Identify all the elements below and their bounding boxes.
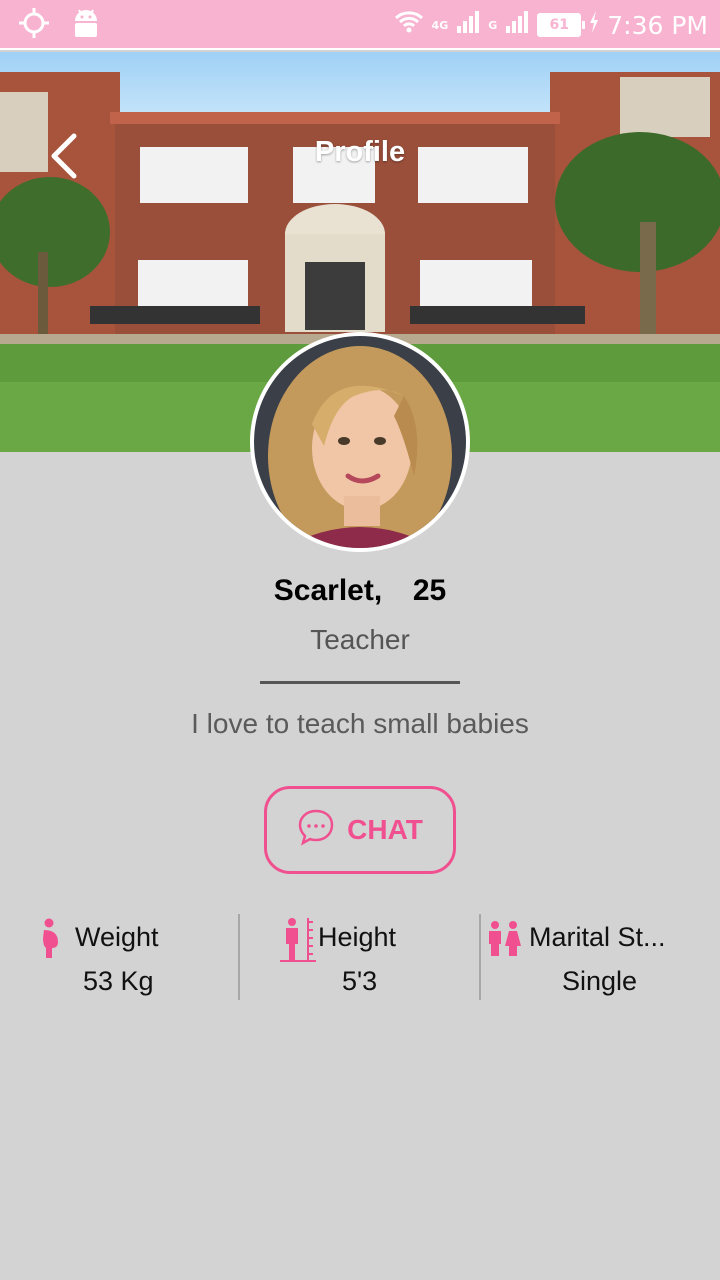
status-time: 7:36 PM	[607, 10, 708, 40]
network-type-label: 4G	[431, 18, 449, 32]
chat-button[interactable]: CHAT	[264, 786, 456, 874]
weight-icon	[40, 918, 62, 962]
chat-button-label: CHAT	[347, 814, 423, 845]
android-icon	[72, 8, 100, 42]
stat-height: Height 5'3	[240, 912, 480, 1002]
signal-strength-icon	[456, 10, 480, 40]
stat-height-label: Height	[318, 922, 397, 952]
network-type-label-2: G	[488, 18, 498, 32]
avatar	[250, 332, 470, 552]
location-crosshair-icon	[18, 7, 50, 43]
name-age: Scarlet, 25	[0, 574, 720, 608]
stat-marital-status-value: Single	[562, 966, 638, 996]
back-button[interactable]	[40, 128, 90, 184]
stat-weight-label: Weight	[75, 922, 159, 952]
profile-age: 25	[412, 574, 447, 607]
stat-weight: Weight 53 Kg	[0, 912, 240, 1002]
wifi-icon	[394, 9, 424, 41]
charging-bolt-icon	[589, 11, 599, 39]
chat-bubble-icon	[297, 808, 335, 853]
profile-bio: I love to teach small babies	[191, 708, 529, 739]
back-arrow-icon	[51, 133, 77, 179]
profile-name: Scarlet,	[273, 574, 383, 607]
signal-strength-icon-2	[505, 10, 529, 40]
profile-profession: Teacher	[310, 624, 410, 655]
divider	[260, 681, 460, 684]
stat-marital-status-label: Marital St...	[529, 922, 666, 952]
status-bar: 4G G 61 7:36 PM	[0, 0, 720, 50]
page-title: Profile	[314, 136, 406, 168]
stat-marital-status: Marital St... Single	[481, 912, 720, 1002]
profile-photo	[254, 336, 466, 548]
stat-weight-value: 53 Kg	[83, 966, 154, 996]
couple-icon	[487, 920, 521, 960]
profile-stats: Weight 53 Kg Height 5'3 Marital St... Si…	[0, 912, 720, 1002]
stat-height-value: 5'3	[342, 966, 378, 996]
battery-level: 61	[537, 13, 586, 37]
height-icon	[280, 916, 316, 966]
